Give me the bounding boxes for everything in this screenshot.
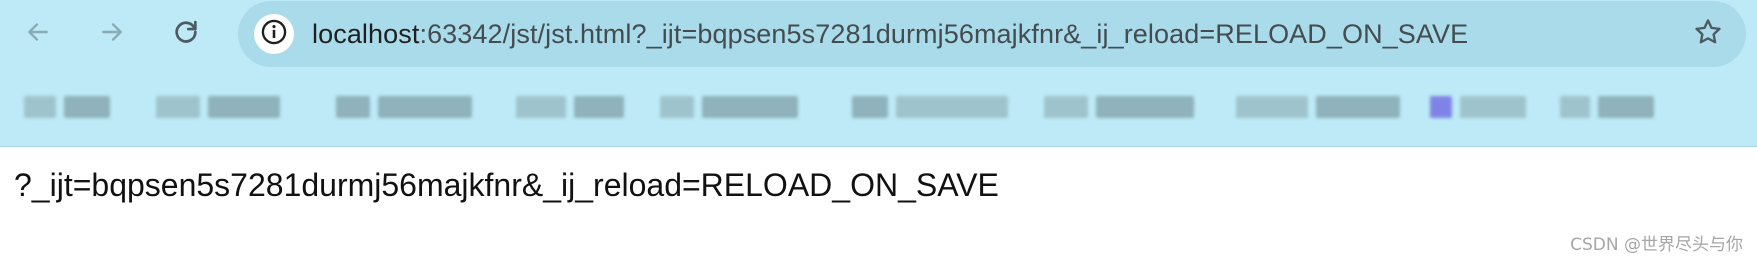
url-path-query: :63342/jst/jst.html?_ijt=bqpsen5s7281dur… — [419, 19, 1469, 49]
url-host: localhost — [312, 19, 420, 49]
page-body-text: ?_ijt=bqpsen5s7281durmj56majkfnr&_ij_rel… — [14, 167, 999, 203]
site-info-button[interactable] — [254, 14, 294, 54]
forward-button[interactable] — [90, 10, 134, 54]
bookmark-item[interactable] — [1560, 94, 1654, 120]
bookmark-star-button[interactable] — [1686, 12, 1730, 56]
arrow-right-icon — [99, 19, 125, 45]
bookmark-item[interactable] — [1430, 94, 1526, 120]
arrow-left-icon — [25, 19, 51, 45]
info-icon — [260, 18, 288, 51]
bookmark-item[interactable] — [156, 94, 280, 120]
bookmark-item[interactable] — [24, 94, 110, 120]
bookmarks-bar — [0, 82, 1757, 132]
reload-icon — [172, 18, 200, 46]
bookmark-item[interactable] — [852, 94, 1008, 120]
watermark: CSDN @世界尽头与你 — [1570, 235, 1743, 255]
url-text[interactable]: localhost:63342/jst/jst.html?_ijt=bqpsen… — [312, 16, 1468, 52]
browser-toolbar: localhost:63342/jst/jst.html?_ijt=bqpsen… — [0, 0, 1757, 147]
bookmark-item[interactable] — [336, 94, 472, 120]
bookmark-item[interactable] — [1044, 94, 1194, 120]
back-button[interactable] — [16, 10, 60, 54]
star-outline-icon — [1693, 17, 1723, 52]
bookmark-item[interactable] — [660, 94, 798, 120]
bookmark-item[interactable] — [516, 94, 624, 120]
bookmark-item[interactable] — [1236, 94, 1400, 120]
reload-button[interactable] — [164, 10, 208, 54]
address-bar[interactable]: localhost:63342/jst/jst.html?_ijt=bqpsen… — [238, 1, 1746, 67]
page-content: ?_ijt=bqpsen5s7281durmj56majkfnr&_ij_rel… — [0, 147, 1757, 265]
